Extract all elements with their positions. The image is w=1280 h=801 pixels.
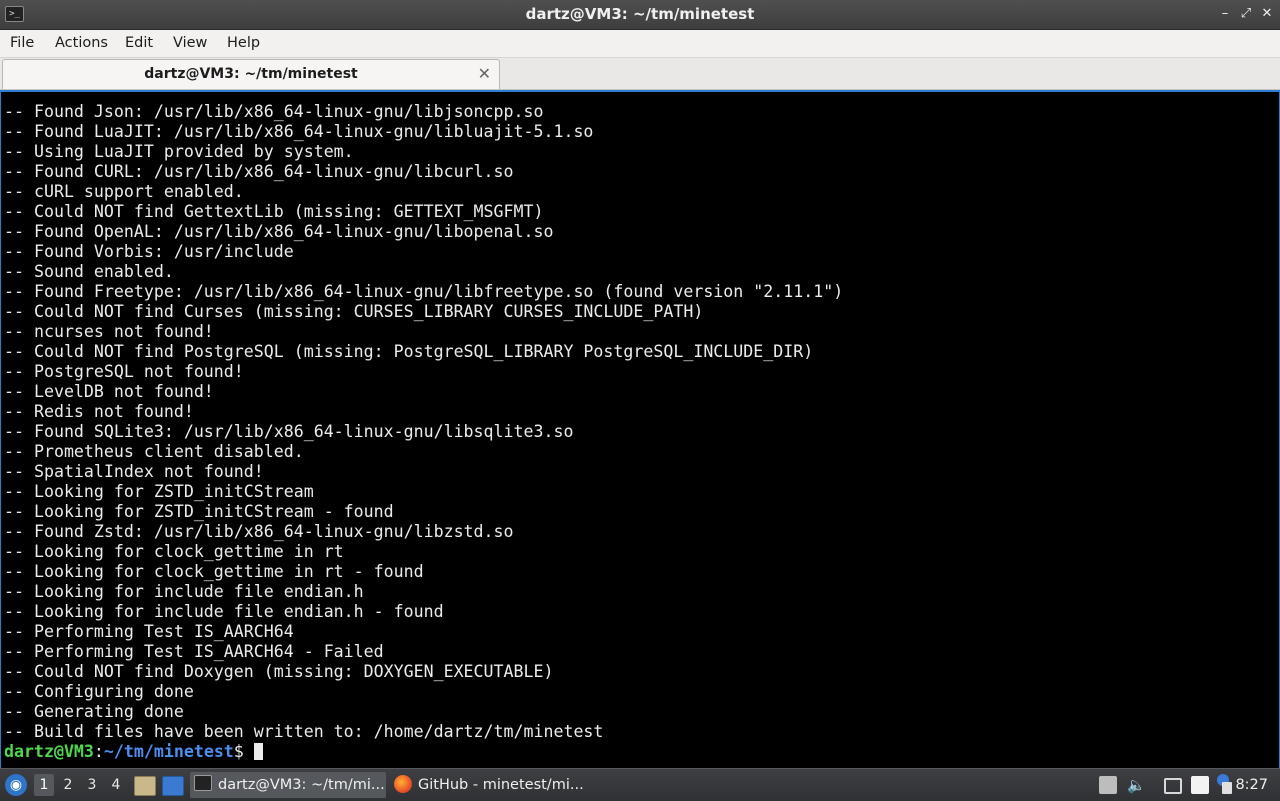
prompt-path: ~/tm/minetest: [103, 742, 234, 761]
shell-prompt[interactable]: dartz@VM3:~/tm/minetest$: [4, 742, 1279, 762]
terminal-line: -- SpatialIndex not found!: [4, 462, 264, 481]
window-title: dartz@VM3: ~/tm/minetest: [525, 5, 755, 23]
terminal-line: -- Could NOT find Doxygen (missing: DOXY…: [4, 662, 554, 681]
terminal-line: -- Looking for ZSTD_initCStream - found: [4, 502, 394, 521]
task-firefox-label: GitHub - minetest/mi...: [418, 777, 584, 793]
terminal-line: -- Using LuaJIT provided by system.: [4, 142, 354, 161]
terminal-line: -- ncurses not found!: [4, 322, 214, 341]
clock[interactable]: 8:27: [1235, 769, 1268, 801]
workspace-3[interactable]: 3: [82, 774, 102, 796]
terminal-line: -- Build files have been written to: /ho…: [4, 722, 604, 741]
terminal-line: -- Generating done: [4, 702, 184, 721]
terminal-line: -- Found Zstd: /usr/lib/x86_64-linux-gnu…: [4, 522, 514, 541]
text-cursor: [253, 743, 263, 760]
terminal-line: -- Found Vorbis: /usr/include: [4, 242, 294, 261]
terminal-line: -- Looking for clock_gettime in rt - fou…: [4, 562, 424, 581]
task-terminal[interactable]: dartz@VM3: ~/tm/mi...: [190, 772, 386, 798]
terminal-line: -- Found Freetype: /usr/lib/x86_64-linux…: [4, 282, 844, 301]
prompt-symbol: $: [233, 742, 244, 761]
terminal-line: -- Found Json: /usr/lib/x86_64-linux-gnu…: [4, 102, 544, 121]
terminal-line: -- Found OpenAL: /usr/lib/x86_64-linux-g…: [4, 222, 554, 241]
terminal-line: -- Performing Test IS_AARCH64 - Failed: [4, 642, 384, 661]
terminal-line: -- Could NOT find GettextLib (missing: G…: [4, 202, 544, 221]
menu-file[interactable]: File: [10, 30, 34, 57]
menu-view[interactable]: View: [173, 30, 207, 57]
network-icon[interactable]: [1164, 778, 1182, 794]
terminal-line: -- Could NOT find Curses (missing: CURSE…: [4, 302, 704, 321]
terminal-lines: -- Found Json: /usr/lib/x86_64-linux-gnu…: [4, 102, 1279, 762]
window-titlebar[interactable]: >_ dartz@VM3: ~/tm/minetest – ⤢ ✕: [0, 0, 1280, 30]
terminal-line: -- Could NOT find PostgreSQL (missing: P…: [4, 342, 814, 361]
prompt-user-host: dartz@VM3: [4, 742, 94, 761]
tab-bar: dartz@VM3: ~/tm/minetest ✕: [0, 58, 1280, 90]
tab-close-icon[interactable]: ✕: [478, 60, 491, 87]
terminal-line: -- Looking for ZSTD_initCStream: [4, 482, 314, 501]
start-menu-icon[interactable]: ◉: [5, 774, 27, 796]
updates-icon[interactable]: [1222, 782, 1232, 794]
terminal-line: -- LevelDB not found!: [4, 382, 214, 401]
terminal-tab[interactable]: dartz@VM3: ~/tm/minetest ✕: [2, 59, 500, 89]
volume-icon[interactable]: 🔈: [1127, 776, 1146, 794]
menu-actions[interactable]: Actions: [55, 30, 108, 57]
firefox-icon: [394, 775, 412, 793]
terminal-line: -- Sound enabled.: [4, 262, 174, 281]
clipboard-icon[interactable]: [1191, 776, 1209, 794]
menu-bar: File Actions Edit View Help: [0, 30, 1280, 58]
task-terminal-label: dartz@VM3: ~/tm/mi...: [218, 777, 385, 793]
terminal-line: -- Found LuaJIT: /usr/lib/x86_64-linux-g…: [4, 122, 594, 141]
menu-help[interactable]: Help: [227, 30, 260, 57]
show-desktop-icon[interactable]: [162, 776, 184, 796]
terminal-icon: [194, 775, 212, 791]
terminal-line: -- Found SQLite3: /usr/lib/x86_64-linux-…: [4, 422, 574, 441]
taskbar: ◉ 1 2 3 4 dartz@VM3: ~/tm/mi... GitHub -…: [0, 768, 1280, 801]
terminal-line: -- Looking for include file endian.h: [4, 582, 364, 601]
close-window-button[interactable]: ✕: [1258, 5, 1276, 23]
minimize-button[interactable]: –: [1216, 5, 1234, 23]
terminal-line: -- cURL support enabled.: [4, 182, 244, 201]
terminal-line: -- Looking for clock_gettime in rt: [4, 542, 344, 561]
terminal-line: -- Configuring done: [4, 682, 194, 701]
terminal-line: -- Redis not found!: [4, 402, 194, 421]
terminal-output[interactable]: -- Found Json: /usr/lib/x86_64-linux-gnu…: [0, 90, 1280, 769]
terminal-line: -- Performing Test IS_AARCH64: [4, 622, 294, 641]
keyboard-layout-icon[interactable]: [1099, 776, 1117, 794]
terminal-line: -- Looking for include file endian.h - f…: [4, 602, 444, 621]
file-manager-icon[interactable]: [134, 776, 156, 796]
maximize-button[interactable]: ⤢: [1237, 5, 1255, 23]
menu-edit[interactable]: Edit: [125, 30, 153, 57]
tab-label: dartz@VM3: ~/tm/minetest: [144, 66, 358, 82]
task-firefox[interactable]: GitHub - minetest/mi...: [390, 772, 590, 798]
workspace-2[interactable]: 2: [58, 774, 78, 796]
prompt-separator: :: [93, 742, 104, 761]
workspace-4[interactable]: 4: [106, 774, 126, 796]
terminal-line: -- Prometheus client disabled.: [4, 442, 304, 461]
terminal-line: -- PostgreSQL not found!: [4, 362, 244, 381]
workspace-1[interactable]: 1: [34, 774, 54, 796]
terminal-line: -- Found CURL: /usr/lib/x86_64-linux-gnu…: [4, 162, 514, 181]
